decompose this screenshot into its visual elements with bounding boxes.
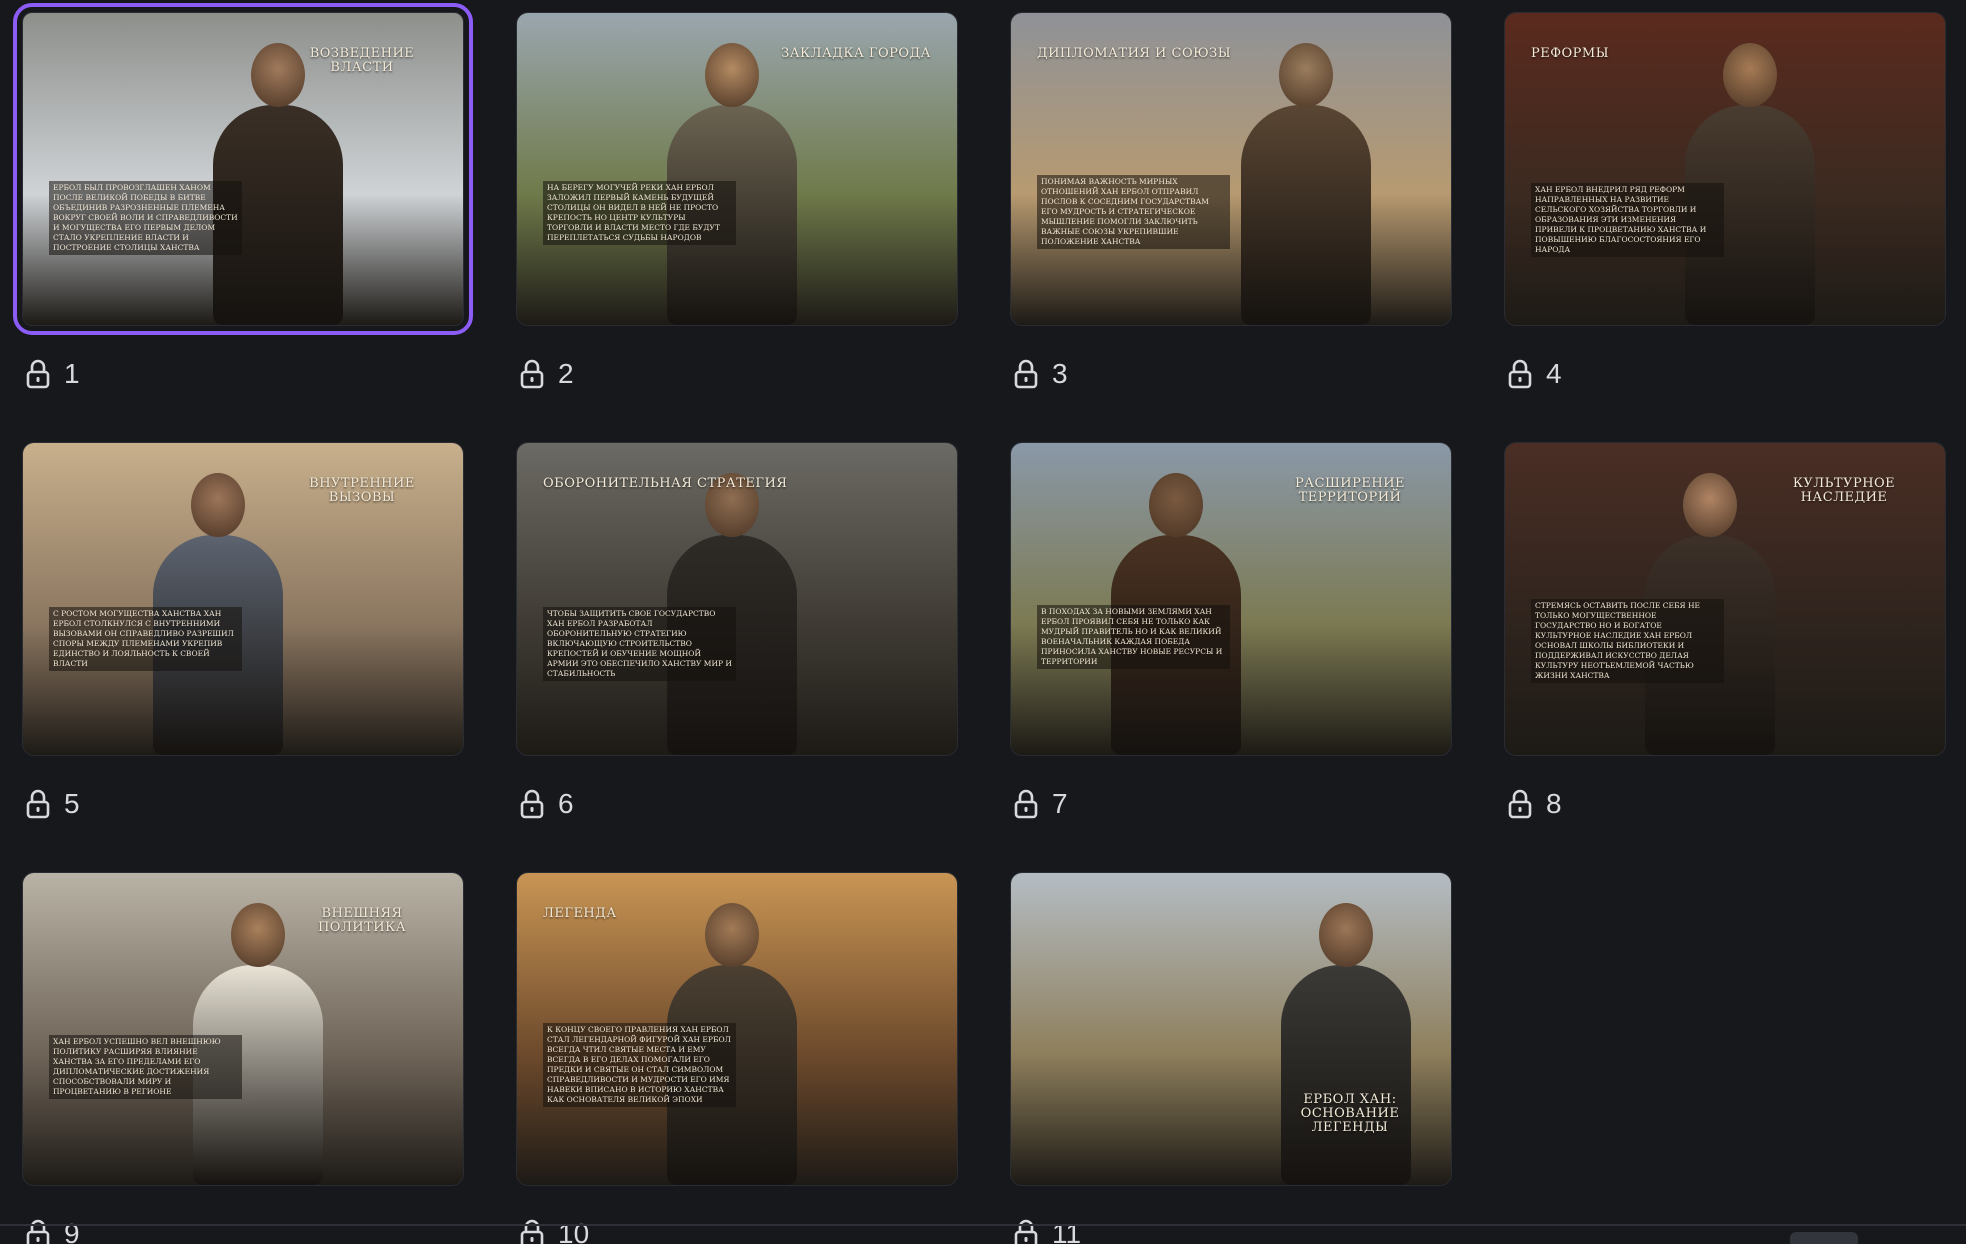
slide-title: Оборонительная стратегия <box>543 476 788 491</box>
slide-caption: Понимая важность мирных отношений хан Ер… <box>1037 175 1230 249</box>
slide-number: 3 <box>1052 358 1068 389</box>
lock-icon[interactable] <box>1014 789 1038 819</box>
lock-icon[interactable] <box>1014 1219 1038 1244</box>
slide-card[interactable]: Внутренние вызовы С ростом могущества хан… <box>22 442 464 819</box>
slide-caption: На берегу могучей реки хан Ербол заложил… <box>543 181 736 245</box>
lock-icon[interactable] <box>26 789 50 819</box>
slide-number: 2 <box>558 358 574 389</box>
slide-meta: 10 <box>520 1216 589 1244</box>
slide-number: 7 <box>1052 788 1068 819</box>
slide-card[interactable]: Реформы Хан Ербол внедрил ряд реформ напр… <box>1504 12 1946 389</box>
slide-caption: В походах за новыми землями хан Ербол пр… <box>1037 605 1230 669</box>
slide-thumbnail[interactable]: Реформы Хан Ербол внедрил ряд реформ напр… <box>1504 12 1946 326</box>
slide-caption: К концу своего правления хан Ербол стал … <box>543 1023 736 1107</box>
slide-thumbnail[interactable]: Культурное наследие Стремясь оставить пос… <box>1504 442 1946 756</box>
portrait-head <box>705 903 759 967</box>
slide-card[interactable]: Оборонительная стратегия Чтобы защитить с… <box>516 442 958 819</box>
lock-icon[interactable] <box>520 359 544 389</box>
scrollbar-thumb[interactable] <box>1790 1232 1858 1244</box>
slide-number: 1 <box>64 358 80 389</box>
lock-icon[interactable] <box>1508 359 1532 389</box>
slide-thumbnail[interactable]: Дипломатия и союзы Понимая важность мирны… <box>1010 12 1452 326</box>
slide-card[interactable]: Дипломатия и союзы Понимая важность мирны… <box>1010 12 1452 389</box>
lock-icon[interactable] <box>1508 789 1532 819</box>
slide-thumbnail[interactable]: Внешняя политика Хан Ербол успешно вел вн… <box>22 872 464 1186</box>
slide-card[interactable]: Ербол Хан: Основание легенды 11 <box>1010 872 1452 1244</box>
slide-number: 6 <box>558 788 574 819</box>
portrait-head <box>1723 43 1777 107</box>
slide-caption: Хан Ербол внедрил ряд реформ направленны… <box>1531 183 1724 257</box>
lock-icon[interactable] <box>26 359 50 389</box>
lock-icon[interactable] <box>520 789 544 819</box>
thumbnail-background <box>1011 13 1451 194</box>
slide-thumbnail[interactable]: Оборонительная стратегия Чтобы защитить с… <box>516 442 958 756</box>
slide-meta: 9 <box>26 1216 80 1244</box>
slide-thumbnail[interactable]: Легенда К концу своего правления хан Ербо… <box>516 872 958 1186</box>
slide-meta: 1 <box>26 356 80 392</box>
slide-meta: 3 <box>1014 356 1068 392</box>
slide-title: Внутренние вызовы <box>309 476 415 505</box>
slide-number: 9 <box>64 1218 80 1244</box>
slide-number: 8 <box>1546 788 1562 819</box>
slide-card[interactable]: Расширение территорий В походах за новыми… <box>1010 442 1452 819</box>
portrait-head <box>191 473 245 537</box>
portrait-head <box>1683 473 1737 537</box>
portrait-head <box>1149 473 1203 537</box>
slide-thumbnail[interactable]: Расширение территорий В походах за новыми… <box>1010 442 1452 756</box>
slide-caption: Чтобы защитить свое государство хан Ербо… <box>543 607 736 681</box>
portrait-figure <box>1241 105 1371 325</box>
slide-number: 5 <box>64 788 80 819</box>
lock-icon[interactable] <box>520 1219 544 1244</box>
slide-card[interactable]: Культурное наследие Стремясь оставить пос… <box>1504 442 1946 819</box>
slide-thumbnail[interactable]: Возведение власти Ербол был провозглашен … <box>13 3 473 335</box>
slide-number: 10 <box>558 1218 590 1244</box>
slide-number: 11 <box>1052 1218 1082 1244</box>
slide-thumbnail[interactable]: Внутренние вызовы С ростом могущества хан… <box>22 442 464 756</box>
slide-caption: С ростом могущества ханства хан Ербол ст… <box>49 607 242 671</box>
slide-card[interactable]: Возведение власти Ербол был провозглашен … <box>13 3 473 389</box>
lock-icon[interactable] <box>26 1219 50 1244</box>
slide-title: Реформы <box>1531 46 1610 61</box>
slide-title: Ербол Хан: Основание легенды <box>1300 1092 1400 1135</box>
slide-title: Легенда <box>543 906 617 921</box>
slide-meta: 4 <box>1508 356 1562 392</box>
lock-icon[interactable] <box>1014 359 1038 389</box>
portrait-head <box>231 903 285 967</box>
slide-caption: Стремясь оставить после себя не только м… <box>1531 599 1724 683</box>
slide-title: Расширение территорий <box>1294 476 1406 505</box>
portrait-head <box>1319 903 1373 967</box>
slide-title: Культурное наследие <box>1792 476 1896 505</box>
bottom-divider <box>0 1224 1966 1226</box>
slide-thumbnail[interactable]: Закладка города На берегу могучей реки ха… <box>516 12 958 326</box>
slide-title: Дипломатия и союзы <box>1037 46 1232 61</box>
slide-meta: 2 <box>520 356 574 392</box>
slide-thumbnail[interactable]: Ербол Хан: Основание легенды <box>1010 872 1452 1186</box>
portrait-figure <box>1281 965 1411 1185</box>
slide-meta: 6 <box>520 786 574 822</box>
portrait-head <box>1279 43 1333 107</box>
slide-title: Закладка города <box>781 46 931 61</box>
slide-number: 4 <box>1546 358 1562 389</box>
slide-title: Возведение власти <box>309 46 415 75</box>
slide-meta: 11 <box>1014 1216 1081 1244</box>
slide-grid: Возведение власти Ербол был провозглашен … <box>0 0 1966 1244</box>
slide-title: Внешняя политика <box>317 906 407 935</box>
slide-caption: Ербол был провозглашен ханом после велик… <box>49 181 242 255</box>
slide-card[interactable]: Легенда К концу своего правления хан Ербо… <box>516 872 958 1244</box>
slide-meta: 7 <box>1014 786 1068 822</box>
slide-caption: Хан Ербол успешно вел внешнюю политику р… <box>49 1035 242 1099</box>
slide-card[interactable]: Внешняя политика Хан Ербол успешно вел вн… <box>22 872 464 1244</box>
slide-card[interactable]: Закладка города На берегу могучей реки ха… <box>516 12 958 389</box>
portrait-head <box>705 43 759 107</box>
slide-meta: 8 <box>1508 786 1562 822</box>
slide-meta: 5 <box>26 786 80 822</box>
